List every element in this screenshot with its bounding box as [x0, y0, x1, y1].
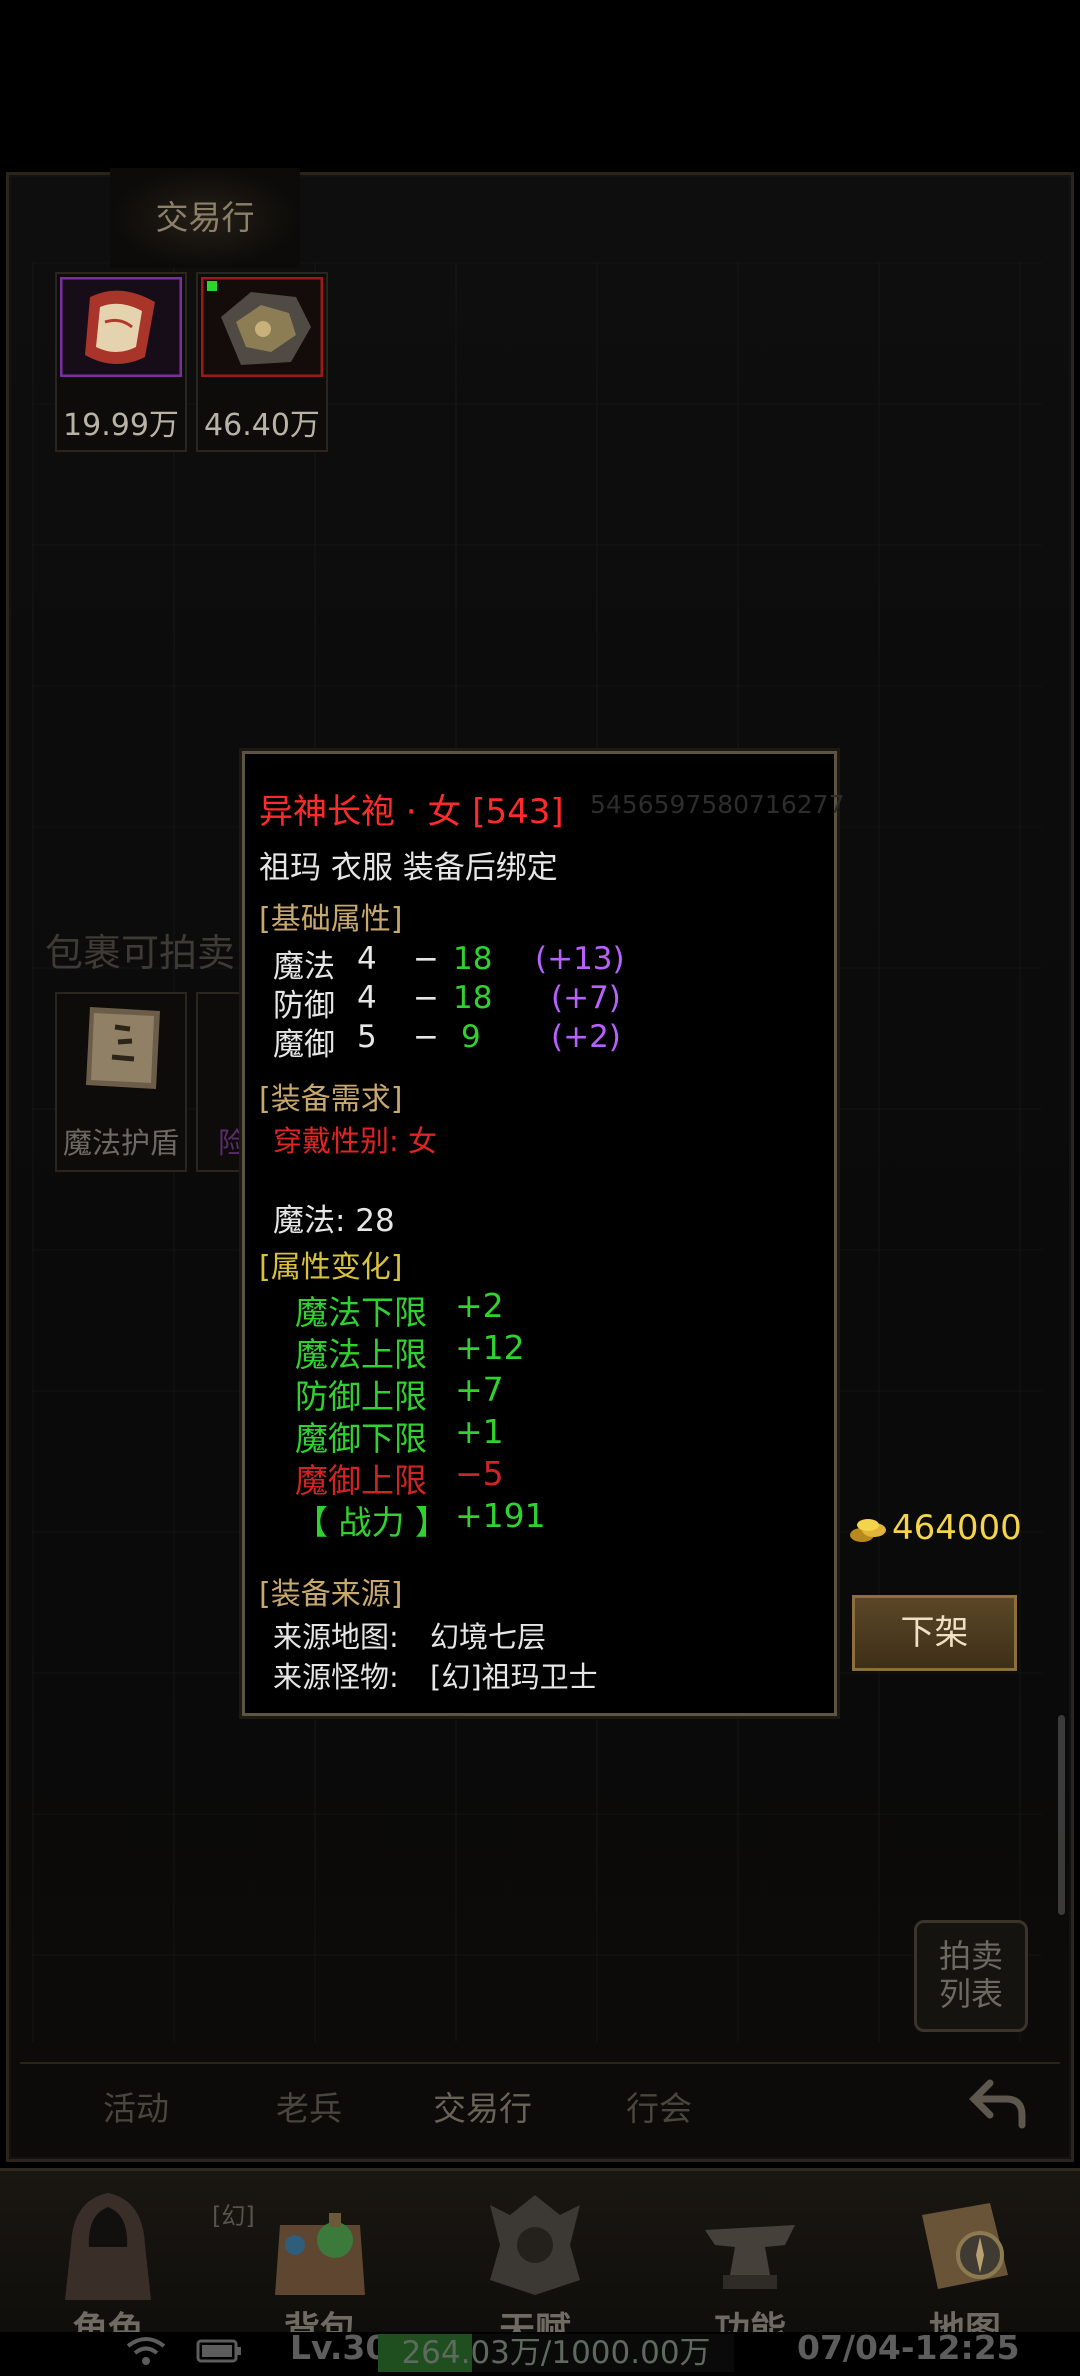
- wifi-icon: [126, 2337, 166, 2365]
- item-price: 46.40万: [204, 408, 320, 443]
- attribute-change-value: −5: [455, 1454, 504, 1493]
- bag-item-slot[interactable]: 魔法护盾: [55, 992, 187, 1172]
- clock: 07/04-12:25: [797, 2328, 1020, 2367]
- item-tooltip: 异神长袍 · 女 [543] 5456597580716277 祖玛 衣服 装备…: [242, 751, 845, 1716]
- bag-item-slot[interactable]: 险: [196, 992, 248, 1172]
- armor-icon: [201, 277, 323, 377]
- attribute-change-value: +1: [455, 1412, 504, 1451]
- combat-power-value: +191: [455, 1496, 546, 1535]
- bag-item-label: 魔法护盾: [62, 1126, 179, 1160]
- compass-map-icon: [922, 2203, 1008, 2289]
- attribute-change-name: 魔法下限: [295, 1293, 427, 1332]
- source-heading: [装备来源]: [259, 1577, 403, 1612]
- bag-item-label: 险: [218, 1126, 248, 1160]
- item-subtitle: 祖玛 衣服 装备后绑定: [259, 850, 558, 886]
- attribute-change-heading: [属性变化]: [259, 1250, 403, 1285]
- market-item-slot[interactable]: 19.99万: [55, 272, 187, 452]
- gold-coin-icon: [850, 1518, 886, 1542]
- requirements-heading: [装备需求]: [259, 1082, 403, 1117]
- attribute-change-name: 魔御上限: [295, 1461, 427, 1500]
- attribute-change-name: 魔法上限: [295, 1335, 427, 1374]
- source-monster-label: 来源怪物:: [273, 1660, 399, 1694]
- tab-activity[interactable]: 活动: [103, 2082, 169, 2130]
- item-name: 异神长袍 · 女 [543]: [259, 792, 564, 832]
- tab-guild[interactable]: 行会: [626, 2082, 692, 2130]
- auction-list-button[interactable]: 拍卖 列表: [914, 1920, 1028, 2032]
- attribute-change-value: +7: [455, 1370, 504, 1409]
- battery-icon: [196, 2339, 241, 2363]
- tab-veteran[interactable]: 老兵: [276, 2082, 342, 2130]
- source-map-value: 幻境七层: [430, 1620, 547, 1654]
- item-price: 19.99万: [63, 408, 179, 443]
- anvil-icon: [705, 2225, 795, 2289]
- dragon-emblem-icon: [490, 2195, 580, 2295]
- sub-tab-bar: [20, 2062, 1060, 2144]
- bag-section-heading: 包裹可拍卖: [45, 931, 236, 975]
- back-arrow-icon[interactable]: [968, 2073, 1028, 2133]
- source-monster-value: [幻]祖玛卫士: [430, 1660, 598, 1694]
- item-id: 5456597580716277: [590, 790, 845, 819]
- potion-bag-icon: [275, 2213, 365, 2295]
- tab-trade[interactable]: 交易行: [433, 2082, 532, 2130]
- attribute-change-value: +12: [455, 1328, 525, 1367]
- scrollbar[interactable]: [1058, 1715, 1065, 1915]
- market-item-slot[interactable]: 46.40万: [196, 272, 328, 452]
- combat-power-label: 【 战力 】: [295, 1503, 448, 1542]
- gender-requirement: 穿戴性别: 女: [273, 1124, 437, 1158]
- magic-requirement: 魔法: 28: [273, 1203, 395, 1239]
- exp-bar: 264.03万/1000.00万: [378, 2334, 734, 2372]
- listing-price: 464000: [848, 1508, 1022, 1548]
- scroll-icon: [60, 277, 182, 377]
- exp-text: 264.03万/1000.00万: [401, 2335, 711, 2371]
- hooded-character-icon: [65, 2193, 151, 2300]
- attribute-change-value: +2: [455, 1286, 504, 1325]
- base-attributes-heading: [基础属性]: [259, 902, 403, 937]
- source-map-label: 来源地图:: [273, 1620, 399, 1654]
- attribute-change-name: 防御上限: [295, 1377, 427, 1416]
- unlist-button[interactable]: 下架: [852, 1595, 1017, 1671]
- window-title: 交易行: [110, 168, 300, 268]
- attribute-change-name: 魔御下限: [295, 1419, 427, 1458]
- book-icon: [86, 1007, 160, 1089]
- player-level: Lv.30: [290, 2328, 389, 2367]
